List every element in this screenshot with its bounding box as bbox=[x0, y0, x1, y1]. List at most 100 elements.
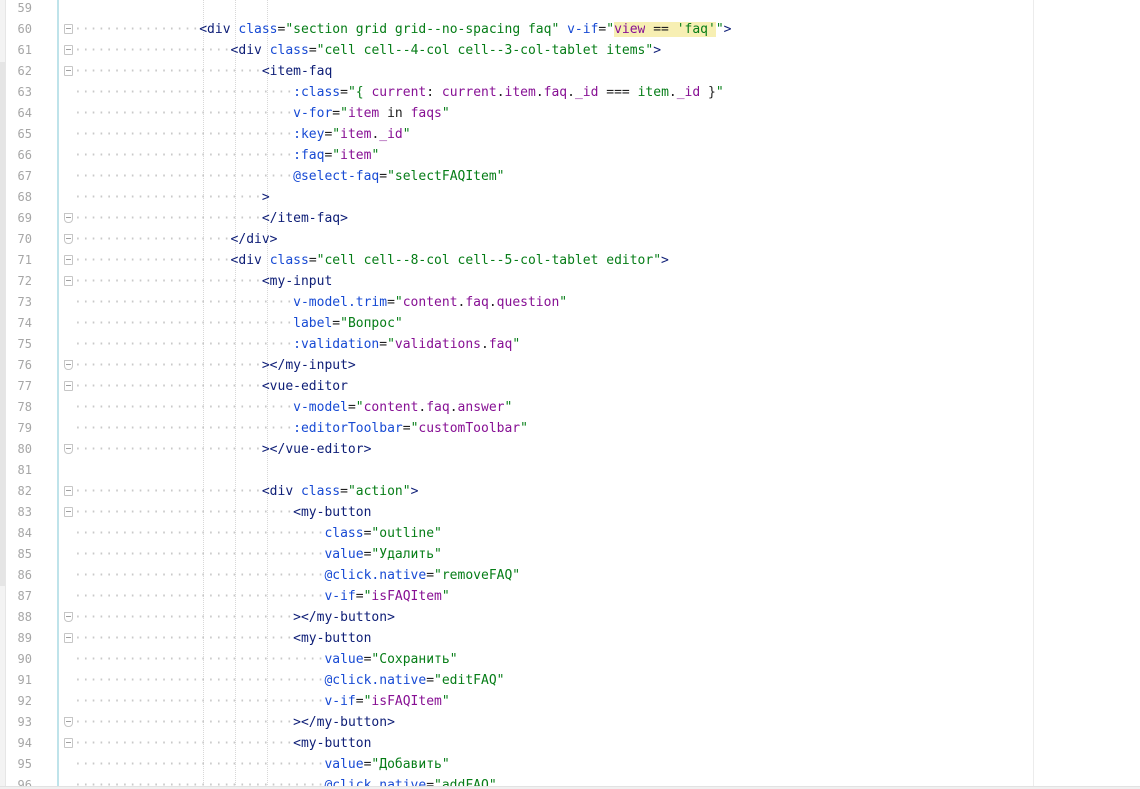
code-text: ························<item-faq bbox=[74, 61, 332, 82]
code-token: item bbox=[504, 85, 536, 100]
code-editor[interactable]: 59 60 ················<div class="section … bbox=[0, 0, 1140, 789]
code-line[interactable]: 67 ····························@select-fa… bbox=[0, 166, 1030, 187]
code-token: " bbox=[441, 589, 450, 604]
code-token: v-for bbox=[293, 106, 333, 121]
code-line[interactable]: 89 ····························<my-button bbox=[0, 628, 1030, 649]
whitespace-dots: ···························· bbox=[74, 631, 294, 646]
fold-end-icon[interactable] bbox=[64, 612, 73, 622]
code-line[interactable]: 86 ································@click… bbox=[0, 565, 1030, 586]
code-token: "editFAQ" bbox=[434, 673, 505, 688]
code-line[interactable]: 72 ························<my-input bbox=[0, 271, 1030, 292]
code-token: "{ bbox=[347, 85, 372, 100]
code-line[interactable]: 73 ····························v-model.tr… bbox=[0, 292, 1030, 313]
line-number: 87 bbox=[17, 589, 32, 603]
fold-toggle-icon[interactable] bbox=[64, 276, 73, 286]
fold-toggle-icon[interactable] bbox=[64, 507, 73, 517]
code-line[interactable]: 74 ····························label="Воп… bbox=[0, 313, 1030, 334]
fold-toggle-icon[interactable] bbox=[64, 255, 73, 265]
code-line[interactable]: 61 ····················<div class="cell c… bbox=[0, 40, 1030, 61]
code-token: <my-button bbox=[293, 505, 372, 520]
fold-toggle-icon[interactable] bbox=[64, 738, 73, 748]
code-line[interactable]: 90 ································value=… bbox=[0, 649, 1030, 670]
code-token: " bbox=[606, 22, 615, 37]
code-line[interactable]: 63 ····························:class="{ … bbox=[0, 82, 1030, 103]
code-token: = bbox=[402, 421, 411, 436]
fold-end-icon[interactable] bbox=[64, 444, 73, 454]
fold-toggle-icon[interactable] bbox=[64, 633, 73, 643]
code-token: faq bbox=[543, 85, 568, 100]
code-token: . bbox=[535, 85, 544, 100]
whitespace-dots: ···················· bbox=[74, 232, 231, 247]
code-line[interactable]: 75 ····························:validatio… bbox=[0, 334, 1030, 355]
code-line[interactable]: 79 ····························:editorToo… bbox=[0, 418, 1030, 439]
code-line[interactable]: 78 ····························v-model="c… bbox=[0, 397, 1030, 418]
code-text: ································value="Д… bbox=[74, 754, 450, 775]
code-line[interactable]: 93 ····························></my-butt… bbox=[0, 712, 1030, 733]
line-number: 71 bbox=[17, 253, 32, 267]
code-line[interactable]: 83 ····························<my-button bbox=[0, 502, 1030, 523]
fold-toggle-icon[interactable] bbox=[64, 66, 73, 76]
code-line[interactable]: 76 ························></my-input> bbox=[0, 355, 1030, 376]
fold-end-icon[interactable] bbox=[64, 213, 73, 223]
code-token: v-if bbox=[324, 589, 356, 604]
code-token: > bbox=[410, 484, 419, 499]
line-number: 65 bbox=[17, 127, 32, 141]
code-token: </div> bbox=[230, 232, 278, 247]
code-token: item bbox=[340, 127, 372, 142]
fold-toggle-icon[interactable] bbox=[64, 486, 73, 496]
code-token: :key bbox=[293, 127, 325, 142]
whitespace-dots: ································ bbox=[74, 694, 325, 709]
code-token: value bbox=[324, 757, 364, 772]
code-token: item bbox=[347, 106, 380, 121]
code-text: ····························:class="{ cu… bbox=[74, 82, 724, 103]
code-text: ························<vue-editor bbox=[74, 376, 348, 397]
code-line[interactable]: 68 ························> bbox=[0, 187, 1030, 208]
code-line[interactable]: 66 ····························:faq="item… bbox=[0, 145, 1030, 166]
code-line[interactable]: 80 ························></vue-editor> bbox=[0, 439, 1030, 460]
fold-end-icon[interactable] bbox=[64, 234, 73, 244]
fold-toggle-icon[interactable] bbox=[64, 381, 73, 391]
code-token: = bbox=[379, 337, 388, 352]
code-text: ····························<my-button bbox=[74, 502, 371, 523]
code-line[interactable]: 94 ····························<my-button bbox=[0, 733, 1030, 754]
code-line[interactable]: 92 ································v-if= "… bbox=[0, 691, 1030, 712]
code-line[interactable]: 62 ························<item-faq bbox=[0, 61, 1030, 82]
code-line[interactable]: 85 ································value=… bbox=[0, 544, 1030, 565]
line-number: 90 bbox=[17, 652, 32, 666]
code-token: . bbox=[567, 85, 575, 100]
line-number: 60 bbox=[17, 22, 32, 36]
code-token: " bbox=[441, 694, 450, 709]
code-line[interactable]: 60 ················<div class="section gr… bbox=[0, 19, 1030, 40]
fold-end-icon[interactable] bbox=[64, 360, 73, 370]
code-line[interactable]: 95 ································value=… bbox=[0, 754, 1030, 775]
code-line[interactable]: 84 ································class=… bbox=[0, 523, 1030, 544]
code-text: ····························@select-faq=… bbox=[74, 166, 504, 187]
line-number: 67 bbox=[17, 169, 32, 183]
whitespace-dots: ···························· bbox=[74, 106, 294, 121]
code-line[interactable]: 81 bbox=[0, 460, 1030, 481]
code-token: . bbox=[488, 295, 497, 310]
fold-end-icon[interactable] bbox=[64, 717, 73, 727]
code-line[interactable]: 82 ························<div class="ac… bbox=[0, 481, 1030, 502]
code-line[interactable]: 64 ····························v-for="ite… bbox=[0, 103, 1030, 124]
fold-toggle-icon[interactable] bbox=[64, 24, 73, 34]
code-token: current bbox=[371, 85, 427, 100]
fold-toggle-icon[interactable] bbox=[64, 45, 73, 55]
code-text: ····························:key="item._… bbox=[74, 124, 411, 145]
code-line[interactable]: 91 ································@click… bbox=[0, 670, 1030, 691]
code-line[interactable]: 70 ····················</div> bbox=[0, 229, 1030, 250]
code-line[interactable]: 65 ····························:key="item… bbox=[0, 124, 1030, 145]
code-line[interactable]: 77 ························<vue-editor bbox=[0, 376, 1030, 397]
code-line[interactable]: 59 bbox=[0, 0, 1030, 19]
code-line[interactable]: 88 ····························></my-butt… bbox=[0, 607, 1030, 628]
code-token: : bbox=[426, 85, 442, 100]
whitespace-dots: ································ bbox=[74, 673, 325, 688]
code-line[interactable]: 69 ························</item-faq> bbox=[0, 208, 1030, 229]
code-line[interactable]: 71 ····················<div class="cell c… bbox=[0, 250, 1030, 271]
whitespace-dots: ································ bbox=[74, 526, 325, 541]
code-token: "removeFAQ" bbox=[434, 568, 521, 583]
code-token: > bbox=[723, 22, 732, 37]
code-line[interactable]: 87 ································v-if= "… bbox=[0, 586, 1030, 607]
code-token: == bbox=[645, 22, 677, 37]
code-token: v-if bbox=[567, 22, 599, 37]
